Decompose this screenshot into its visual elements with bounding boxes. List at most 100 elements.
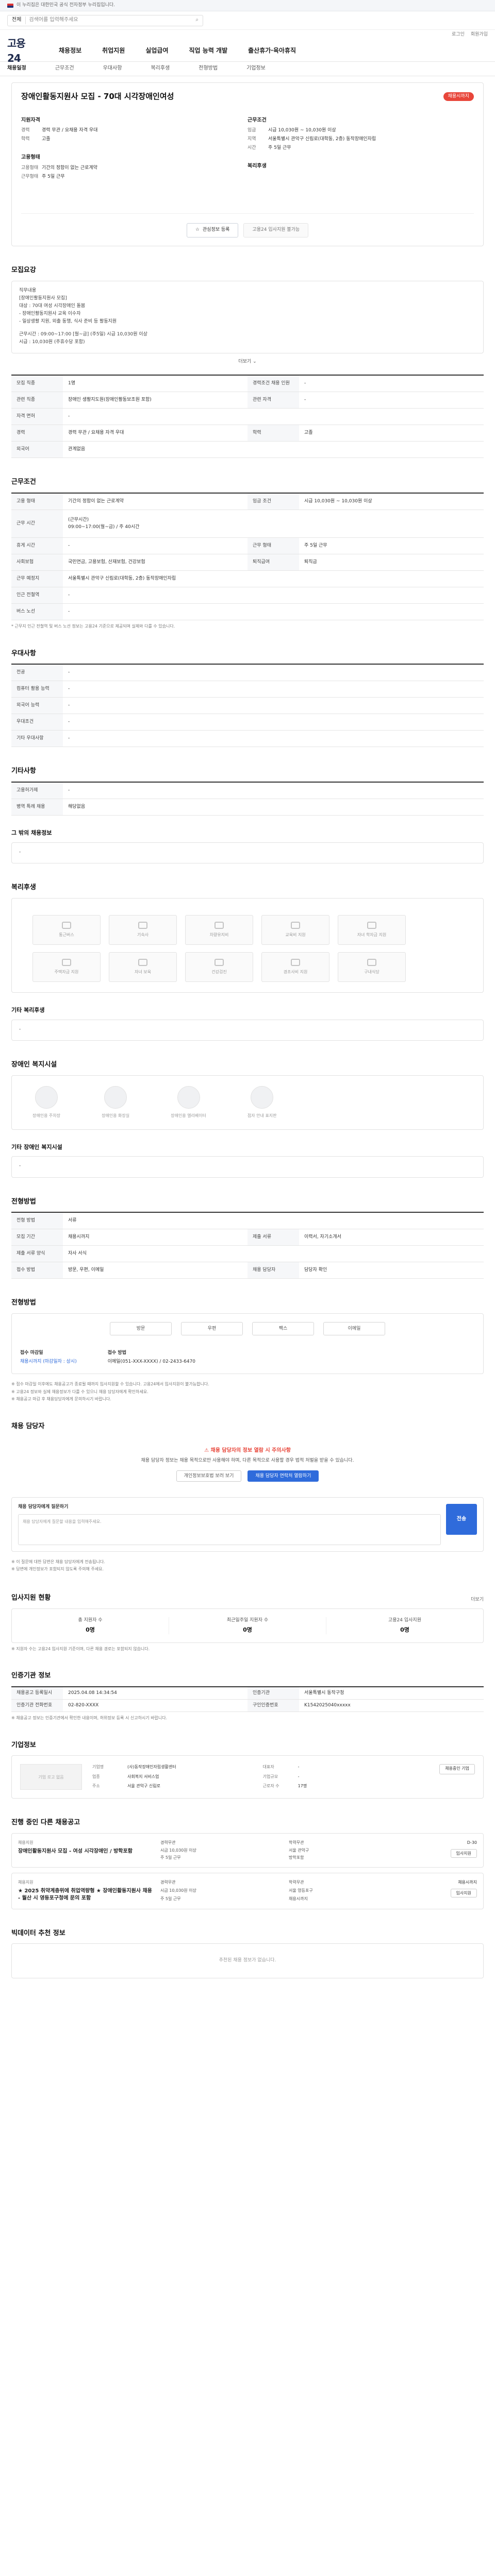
process-table: 전형 방법 서류 모집 기간 채용시까지 제출 서류 이력서, 자기소개서 제출 서류 … [11,1212,484,1279]
car-icon [214,922,224,929]
related-right: 채용시까지 입사지원 [420,1879,477,1903]
qna-send-button[interactable]: 전송 [446,1504,477,1535]
related-job-title[interactable]: ★ 2025 취약계층위에 취업역량형 ★ 장애인활동지원사 채용 - 월산 시… [18,1888,152,1903]
nav-leave[interactable]: 출산휴가·육아휴직 [248,46,296,55]
tab-process[interactable]: 전형방법 [199,65,218,73]
cell-key: 경력조건 채용 인원 [248,376,299,392]
type-value: 기간의 정함이 없는 근로계약 [42,165,97,171]
nav-unemployment[interactable]: 실업급여 [145,46,168,55]
type-head: 고용형태 [21,155,40,161]
flag-icon [7,3,13,8]
welfare-label: 자녀 보육 [135,970,151,975]
desc-line: 직무내용 [19,287,37,293]
cell-value: 관계없음 [68,447,86,452]
stat-value: 0명 [86,1626,95,1633]
apply-button[interactable]: 고용24 입사지원 불가능 [243,223,309,238]
child-icon [138,959,147,967]
cell-key: 임금 조건 [248,494,299,510]
more-button[interactable]: 더보기 ⌄ [11,359,484,365]
method-fax[interactable]: 팩스 [252,1322,314,1336]
etc-title: 기타사항 [11,767,36,775]
table-row: 근무 시간 (근무시간) 09:00~17:00(월~금) / 주 40시간 [11,510,484,538]
welfare-housing: 주택자금 지원 [32,952,101,982]
stats-title: 입사지원 현황 [11,1594,51,1602]
interest-button[interactable]: ☆ 관심정보 등록 [186,223,239,238]
table-row: 사회보험 국민연금, 고용보험, 산재보험, 건강보험 퇴직급여 퇴직금 [11,554,484,571]
related-org: 채용지원 [18,1880,34,1885]
table-row: 컴퓨터 활용 능력 - [11,681,484,698]
search-category[interactable]: 전체 [12,16,26,24]
cell-key: 제출 서류 [248,1229,299,1246]
cell-value: - [68,719,70,725]
method-mail[interactable]: 우편 [181,1322,243,1336]
cell-key: 외국어 능력 [11,698,63,714]
welfare-cafeteria: 구내식당 [338,952,406,982]
tab-welfare[interactable]: 복리후생 [151,65,170,73]
disabled-facilities: 장애인용 주차장 장애인용 화장실 장애인용 엘리베이터 점자 안내 표지판 [11,1075,484,1130]
signup-link[interactable]: 회원가입 [471,31,488,38]
table-row: 외국어 능력 - [11,698,484,715]
recruit-table: 모집 직종 1명 경력조건 채용 인원 - 관련 직종 장애인 생활지도원(장애인활동보… [11,375,484,459]
cell-value: 서울특별시 동작구청 [304,1690,344,1696]
tab-preferred[interactable]: 우대사항 [103,65,122,73]
meta: 학력무관 [289,1840,304,1845]
bus-icon [62,922,71,929]
view-contact-button[interactable]: 채용 담당자 연락처 열람하기 [248,1470,319,1482]
cell-value: 방문, 우편, 이메일 [68,1267,104,1273]
table-row: 인근 전철역 - [11,587,484,604]
search-input[interactable]: 전체 검색어를 입력해주세요 ⌕ [7,14,203,26]
nav-support[interactable]: 취업지원 [102,46,125,55]
login-link[interactable]: 로그인 [452,31,465,38]
table-row: 제출 서류 양식 자사 서식 [11,1246,484,1263]
cell-key: 구인인증번호 [248,1699,299,1711]
related-card[interactable]: 채용지원 장애인활동지원사 모집 - 여성 시각장애인 / 방학포함 경력무관 학력… [11,1833,484,1868]
cell-key: 관련 직종 [11,392,63,409]
cell-value: 02-820-XXXX [68,1702,99,1708]
qna-title: 채용 담당자에게 질문하기 [18,1504,69,1510]
related-card[interactable]: 채용지원 ★ 2025 취약계층위에 취업역량형 ★ 장애인활동지원사 채용 - … [11,1873,484,1909]
info-title: 인증기관 정보 [11,1672,51,1680]
related-apply-button[interactable]: 입사지원 [450,1888,477,1898]
info-cell: 구인인증번호 K1542025040xxxxx [248,1699,484,1712]
cell-key: 관련 자격 [248,392,299,409]
welfare-icons: 통근버스 기숙사 차량유지비 교육비 지원 자녀 학자금 지원 주택자금 지원 … [32,915,463,982]
cell-value: 담당자 확인 [304,1267,327,1273]
alert-icon: ⚠ [204,1447,211,1453]
stats-more[interactable]: 더보기 [471,1597,484,1603]
cell-value: 이력서, 자기소개서 [304,1234,341,1240]
method-email[interactable]: 이메일 [323,1322,385,1336]
welfare-edu: 교육비 지원 [261,915,329,945]
search-icon[interactable]: ⌕ [195,16,199,24]
tab-condition[interactable]: 근무조건 [55,65,74,73]
qna-input[interactable]: 채용 담당자에게 질문할 내용을 입력해주세요. [18,1514,441,1545]
work-key: 근무형태 [21,174,39,179]
table-row: 병역 특례 채용 해당없음 [11,799,484,816]
cell-value: K1542025040xxxxx [304,1702,351,1708]
job-title: 장애인활동지원사 모집 - 70대 시각장애인여성 [21,92,174,101]
site-logo[interactable]: 고용24 [7,36,38,66]
privacy-button[interactable]: 개인정보보호법 보러 보기 [176,1470,242,1482]
manager-warning-text: 채용 담당자의 정보 열람 시 주의사항 [210,1447,291,1453]
etc-sub-title: 그 밖의 채용정보 [11,829,52,837]
nav-training[interactable]: 직업 능력 개발 [189,46,228,55]
apply-contact: 접수 방법 이메일(051-XXX-XXXX) / 02-2433-6470 [108,1350,195,1365]
field-value: 서울 관악구 신림로 [127,1784,160,1789]
welfare-block: 복리후생 [248,163,464,171]
company-jobs-button[interactable]: 채용중인 기업 [439,1764,475,1775]
condition-title: 근무조건 [11,478,36,486]
cell-value: 고졸 [304,430,313,436]
related-job-title[interactable]: 장애인활동지원사 모집 - 여성 시각장애인 / 방학포함 [18,1848,152,1856]
cell-value: - [68,608,70,614]
facility-label: 장애인용 엘리베이터 [171,1113,206,1118]
related-apply-button[interactable]: 입사지원 [450,1849,477,1858]
company-title: 기업정보 [11,1741,36,1749]
apply-note: ※ 채용공고 마감 후 채용담당자에게 문의하시기 바랍니다. [11,1397,111,1402]
method-visit[interactable]: 방문 [110,1322,172,1336]
tab-company[interactable]: 기업정보 [246,65,266,73]
nav-jobs[interactable]: 채용정보 [59,46,81,55]
wage-head: 근무조건 [248,117,267,123]
cell-key: 인증기관 전화번호 [11,1699,63,1711]
cell-key: 외국어 [11,442,63,458]
manager-warning: ⚠ 채용 담당자의 정보 열람 시 주의사항 [11,1447,484,1455]
tab-schedule[interactable]: 채용일정 [7,65,26,73]
